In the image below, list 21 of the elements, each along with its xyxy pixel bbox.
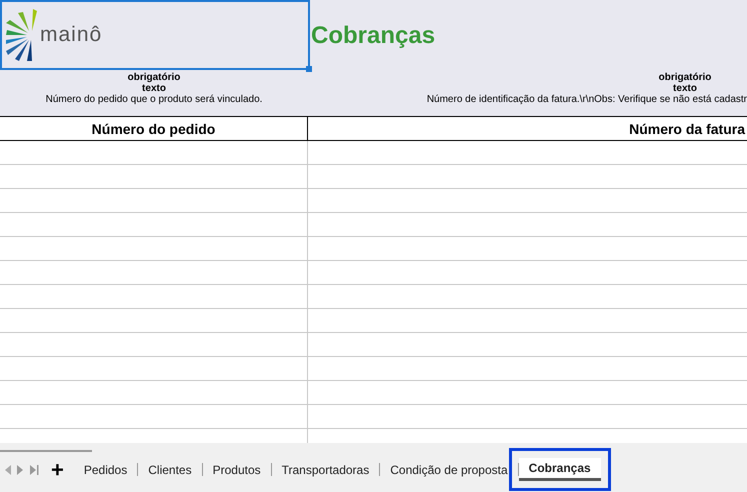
next-sheet-icon[interactable] xyxy=(17,464,24,474)
sheet-tab[interactable]: Clientes xyxy=(138,460,202,480)
logo-icon xyxy=(6,9,38,61)
sheet-tab[interactable]: Transportadoras xyxy=(272,460,380,480)
type-label: texto xyxy=(141,83,167,94)
sheet-tab[interactable]: Produtos xyxy=(202,460,271,480)
logo-text: mainô xyxy=(40,23,102,47)
last-sheet-icon[interactable] xyxy=(30,464,39,474)
first-sheet-icon[interactable] xyxy=(4,464,11,474)
sheet-title: Cobranças xyxy=(310,22,436,50)
selection-handle[interactable] xyxy=(306,66,312,72)
sheet-tab[interactable]: Pedidos xyxy=(74,460,138,480)
column-header: Número da fatura xyxy=(628,120,746,138)
required-label: obrigatório xyxy=(658,72,712,83)
required-label: obrigatório xyxy=(126,72,182,83)
column-header: Número do pedido xyxy=(0,117,308,140)
add-sheet-button[interactable]: + xyxy=(51,460,64,480)
type-label: texto xyxy=(672,83,698,94)
sheet-tab[interactable]: Condição de proposta xyxy=(380,460,518,480)
column-description: Número de identificação da fatura.\r\nObs: Verifique se não está cadastr xyxy=(426,94,747,105)
column-description: Número do pedido que o produto será vinculado. xyxy=(46,94,262,105)
